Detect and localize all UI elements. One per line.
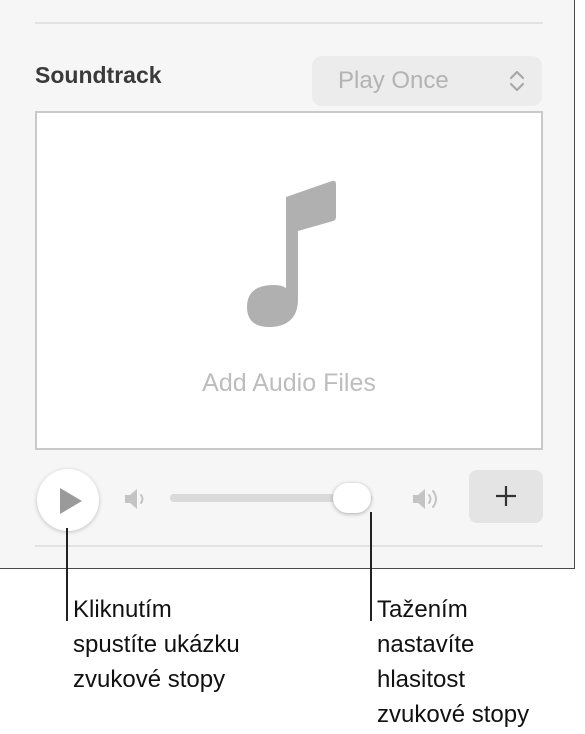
volume-callout-line-1: Tažením bbox=[377, 596, 468, 623]
play-icon bbox=[60, 488, 82, 514]
playback-mode-value: Play Once bbox=[338, 67, 449, 94]
music-note-icon bbox=[242, 179, 342, 334]
plus-icon bbox=[496, 486, 516, 506]
play-callout-text: Kliknutím spustíte ukázku zvukové stopy bbox=[73, 592, 240, 697]
audio-drop-area[interactable]: Add Audio Files bbox=[35, 111, 543, 450]
playback-mode-popup[interactable]: Play Once bbox=[312, 56, 542, 106]
volume-callout-line-2: nastavíte bbox=[377, 631, 475, 658]
bottom-divider bbox=[35, 545, 543, 547]
volume-callout-line bbox=[370, 512, 372, 621]
volume-callout-line-4: zvukové stopy bbox=[377, 701, 530, 728]
play-callout-line bbox=[66, 528, 68, 621]
play-callout-line-2: spustíte ukázku bbox=[73, 631, 240, 658]
volume-slider-fill bbox=[170, 494, 352, 502]
volume-callout-text: Tažením nastavíte hlasitost zvukové stop… bbox=[377, 592, 529, 732]
play-button[interactable] bbox=[37, 469, 99, 531]
soundtrack-panel: Soundtrack Play Once Add Audio Files bbox=[0, 0, 575, 569]
speaker-high-icon bbox=[410, 485, 446, 518]
speaker-low-icon bbox=[122, 486, 152, 517]
volume-slider-thumb[interactable] bbox=[332, 483, 371, 513]
section-title: Soundtrack bbox=[35, 62, 162, 88]
chevron-up-down-icon bbox=[508, 68, 526, 99]
play-callout-line-3: zvukové stopy bbox=[73, 666, 226, 693]
add-audio-files-label: Add Audio Files bbox=[202, 369, 376, 397]
top-divider bbox=[35, 22, 543, 24]
volume-callout-line-3: hlasitost bbox=[377, 666, 466, 693]
play-callout-line-1: Kliknutím bbox=[73, 596, 172, 623]
add-audio-button[interactable] bbox=[469, 470, 543, 523]
